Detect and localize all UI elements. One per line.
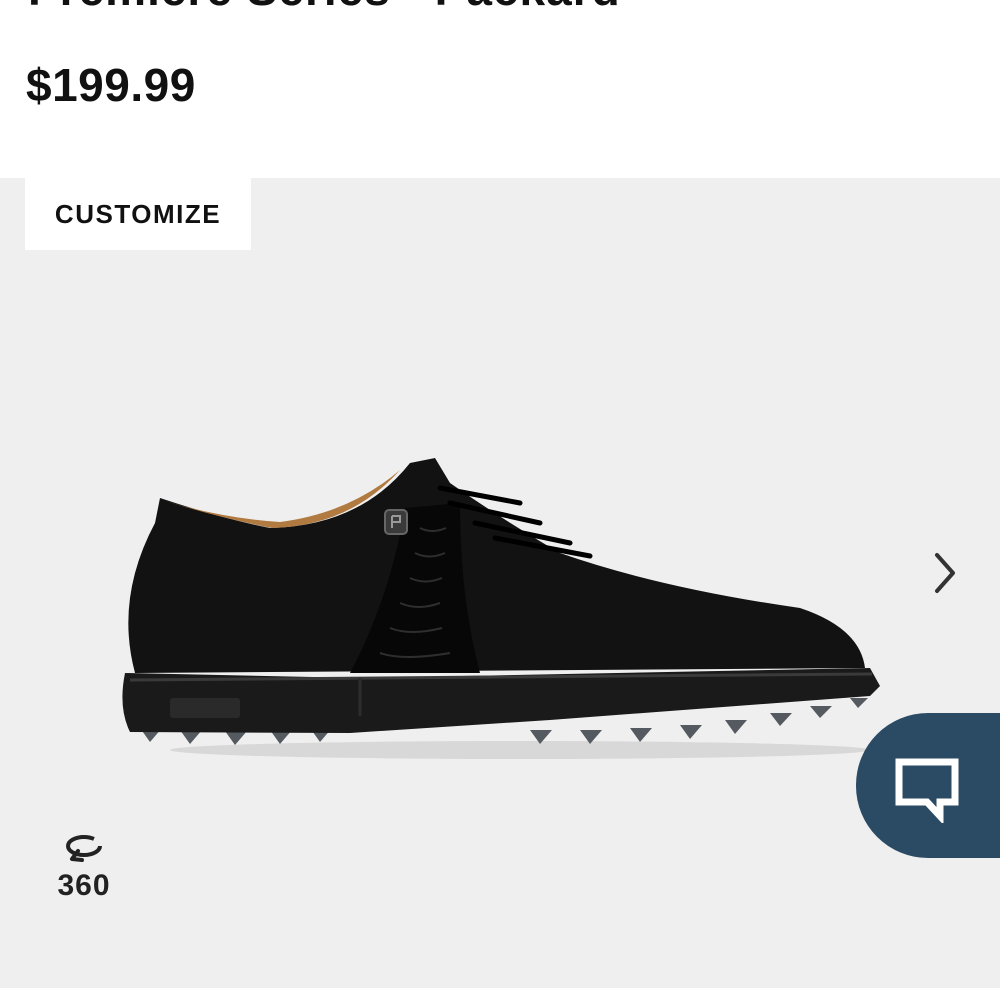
rotate-360-icon (66, 835, 102, 862)
view-360-button[interactable]: 360 (48, 833, 120, 923)
chat-bubble-icon (895, 758, 959, 823)
product-image-gallery[interactable]: CUSTOMIZE 360 (0, 178, 1000, 988)
chat-button[interactable] (856, 713, 1000, 858)
product-price: $199.99 (26, 59, 196, 111)
bottom-divider (0, 988, 1000, 1000)
product-image (122, 458, 881, 759)
customize-button[interactable]: CUSTOMIZE (25, 178, 251, 250)
view-360-label: 360 (57, 869, 111, 902)
chevron-right-icon (935, 553, 955, 593)
product-title: Premiere Series - Packard (28, 0, 621, 16)
next-image-button[interactable] (920, 548, 970, 598)
